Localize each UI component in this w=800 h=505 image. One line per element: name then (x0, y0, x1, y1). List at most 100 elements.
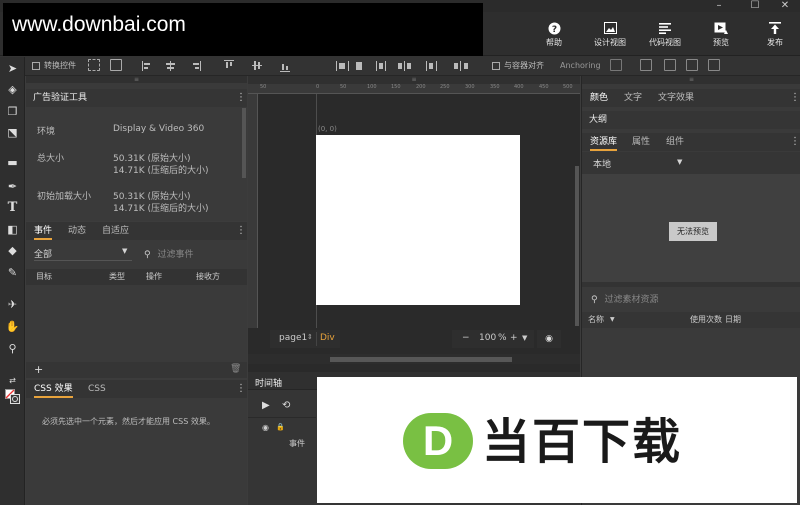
events-table-header: 目标 类型 操作 接收方 (26, 269, 247, 285)
help-button[interactable]: ? 帮助 (531, 22, 577, 58)
style-menu-icon[interactable]: ⋮ (790, 92, 800, 104)
column-target[interactable]: 目标 (36, 269, 52, 285)
cube-icon[interactable]: ❒ (5, 104, 20, 119)
path-select-icon[interactable]: ✈ (5, 297, 20, 312)
transform-controls-toggle[interactable]: 转换控件 (32, 59, 76, 73)
page-select-arrows-icon[interactable]: ⇕ (307, 333, 313, 341)
events-search-input[interactable]: ⚲ 过滤事件 (144, 247, 242, 261)
asset-search-input[interactable]: ⚲ 过滤素材资源 (591, 292, 791, 306)
3d-transform-icon[interactable]: ⬔ (5, 125, 20, 140)
total-size-compressed: 14.71K (压缩后的大小) (113, 166, 209, 176)
paint-bucket-icon[interactable]: ◆ (5, 243, 20, 258)
eyedropper-icon[interactable]: ✎ (5, 265, 20, 280)
column-receiver[interactable]: 接收方 (196, 269, 220, 285)
duplicate-icon[interactable] (664, 59, 676, 71)
tab-properties[interactable]: 属性 (632, 133, 650, 151)
hand-icon[interactable]: ✋ (5, 319, 20, 334)
canvas-vertical-scrollbar[interactable] (575, 166, 579, 326)
chevron-down-icon[interactable]: ▼ (522, 334, 527, 342)
tab-events[interactable]: 事件 (34, 222, 53, 240)
chevron-down-icon[interactable]: ▼ (610, 312, 615, 328)
horizontal-ruler[interactable]: 50 0 50 100 150 200 250 300 350 400 450 … (248, 84, 580, 94)
zoom-value[interactable]: 100 (479, 333, 496, 343)
car-icon[interactable] (708, 59, 720, 71)
library-menu-icon[interactable]: ⋮ (790, 136, 800, 148)
tab-components[interactable]: 组件 (666, 133, 684, 151)
tab-library[interactable]: 资源库 (590, 133, 618, 151)
zoom-controls: − 100 % + ▼ (452, 330, 534, 348)
visibility-eye-icon[interactable]: ◉ (537, 330, 561, 348)
divider (248, 417, 316, 418)
trash-icon[interactable]: 🗑 (230, 364, 241, 374)
transform-icon[interactable] (640, 59, 652, 71)
zoom-icon[interactable]: ⚲ (5, 341, 20, 356)
add-event-icon[interactable]: + (34, 363, 43, 376)
zoom-out-button[interactable]: − (462, 333, 470, 343)
tab-responsive[interactable]: 自适应 (102, 222, 129, 240)
swap-colors-icon[interactable]: ⇄ (5, 373, 20, 388)
outline-header[interactable]: 大纲 (582, 111, 800, 129)
tab-color[interactable]: 颜色 (590, 89, 608, 107)
panel-grip[interactable]: ≡ (26, 76, 247, 83)
pen-icon[interactable]: ✒ (5, 179, 20, 194)
tab-css[interactable]: CSS (88, 380, 106, 398)
color-swatch-icon[interactable] (5, 389, 20, 404)
column-type[interactable]: 类型 (109, 269, 125, 285)
canvas-horizontal-scrollbar[interactable] (330, 357, 512, 362)
close-button[interactable]: ✕ (772, 0, 798, 12)
eye-icon[interactable]: ◉ (262, 423, 269, 432)
location-select[interactable]: 本地 ▼ (593, 157, 688, 170)
tab-text-effects[interactable]: 文字效果 (658, 89, 694, 107)
ruler-tick: 200 (416, 84, 426, 90)
distribute-tools-group (374, 59, 484, 73)
maximize-button[interactable]: ☐ (742, 0, 768, 12)
ad-tool-menu-icon[interactable]: ⋮ (236, 92, 246, 104)
events-filter-select[interactable]: 全部 ▼ (34, 247, 132, 261)
events-menu-icon[interactable]: ⋮ (236, 225, 246, 237)
ruler-tick: 0 (316, 84, 320, 90)
vertical-ruler[interactable] (248, 94, 258, 328)
css-tabs: CSS 效果 CSS ⋮ (26, 380, 247, 398)
fit-container-label: 与容器对齐 (504, 61, 544, 70)
stage[interactable] (316, 135, 520, 305)
tab-dynamic[interactable]: 动态 (68, 222, 86, 240)
page-select[interactable]: page1 (279, 333, 307, 343)
anchoring-label[interactable]: Anchoring (560, 59, 601, 73)
preview-button[interactable]: 预览 (698, 22, 744, 58)
initial-load-compressed: 14.71K (压缩后的大小) (113, 204, 209, 214)
group-icon[interactable] (686, 59, 698, 71)
eraser-icon[interactable]: ◈ (5, 82, 20, 97)
column-date[interactable]: 日期 (725, 312, 741, 328)
ad-tool-scrollbar[interactable] (242, 108, 246, 178)
code-view-button[interactable]: 代码视图 (642, 22, 688, 58)
zoom-in-button[interactable]: + (510, 333, 518, 343)
canvas-grip[interactable]: ≡ (248, 76, 580, 84)
ruler-tick: 300 (465, 84, 475, 90)
asset-search-placeholder: 过滤素材资源 (604, 295, 659, 305)
element-label[interactable]: Div (320, 333, 335, 343)
column-name[interactable]: 名称 (588, 312, 604, 328)
design-view-button[interactable]: 设计视图 (587, 22, 633, 58)
publish-button[interactable]: 发布 (752, 22, 798, 58)
crop-icon[interactable] (110, 59, 122, 71)
loop-icon[interactable]: ⟲ (282, 400, 290, 411)
right-panel-grip[interactable]: ≡ (582, 76, 800, 84)
select-arrow-icon[interactable]: ➤ (5, 61, 20, 76)
css-menu-icon[interactable]: ⋮ (236, 383, 246, 395)
play-icon[interactable]: ▶ (262, 400, 270, 411)
text-tool-icon[interactable]: T (5, 200, 20, 215)
watermark-banner: www.downbai.com (3, 3, 483, 57)
tab-text[interactable]: 文字 (624, 89, 642, 107)
rectangle-icon[interactable]: ▬ (5, 155, 20, 170)
column-usage[interactable]: 使用次数 (690, 312, 722, 328)
logo-text: 当百下载 (482, 414, 683, 470)
bounding-box-icon[interactable] (88, 59, 100, 71)
tab-css-effects[interactable]: CSS 效果 (34, 380, 73, 398)
anchor-icon[interactable] (610, 59, 622, 71)
minimize-button[interactable]: – (706, 0, 732, 12)
column-action[interactable]: 操作 (146, 269, 162, 285)
gradient-icon[interactable]: ◧ (5, 222, 20, 237)
lock-icon[interactable]: 🔒 (276, 423, 285, 431)
fit-container-toggle[interactable]: 与容器对齐 (492, 59, 544, 73)
code-view-label: 代码视图 (649, 38, 681, 47)
